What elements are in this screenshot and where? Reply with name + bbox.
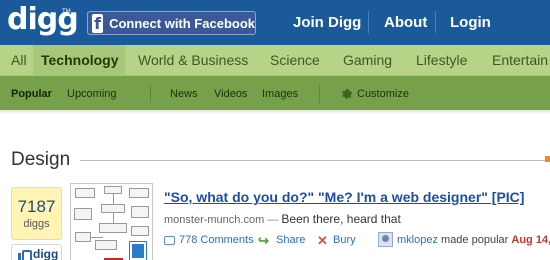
category-nav: All Technology World & Business Science … (0, 45, 550, 76)
digg-count-label: diggs (23, 218, 50, 230)
category-gaming[interactable]: Gaming (343, 52, 392, 68)
category-technology[interactable]: Technology (41, 52, 119, 68)
rss-icon[interactable] (545, 156, 550, 162)
subnav-popular[interactable]: Popular (11, 88, 52, 100)
category-lifestyle[interactable]: Lifestyle (416, 52, 467, 68)
bury-link[interactable]: ✕ Bury (317, 232, 356, 248)
about-link[interactable]: About (384, 14, 427, 31)
connect-with-facebook-button[interactable]: f Connect with Facebook (87, 11, 256, 35)
subnav-news[interactable]: News (170, 88, 198, 100)
story-date: Aug 14, (511, 234, 550, 246)
subnav-customize[interactable]: Customize (357, 88, 409, 100)
share-label: Share (276, 234, 306, 246)
facebook-icon: f (92, 13, 104, 33)
sub-nav: Popular Upcoming News Videos Images Cust… (0, 76, 550, 110)
logo-trademark: TM (62, 9, 71, 15)
divider (319, 85, 320, 103)
section-divider (80, 160, 546, 161)
bury-x-icon: ✕ (317, 232, 328, 248)
login-link[interactable]: Login (450, 14, 491, 31)
digg-count-box: 7187 diggs (11, 187, 62, 240)
section-title: Design (11, 149, 71, 170)
divider (435, 11, 436, 33)
comment-icon (164, 235, 175, 245)
digg-button[interactable]: digg (11, 244, 62, 260)
thumbs-up-icon (18, 249, 32, 260)
made-popular-text: made popular (441, 234, 509, 246)
subnav-videos[interactable]: Videos (214, 88, 247, 100)
avatar[interactable] (378, 232, 393, 247)
story-separator: — (267, 214, 279, 226)
comments-count: 778 Comments (179, 234, 254, 246)
join-digg-link[interactable]: Join Digg (293, 14, 361, 31)
story-description: Been there, heard that (281, 212, 401, 226)
share-arrow-icon: ↪ (258, 232, 269, 248)
category-entertainment[interactable]: Entertain (492, 52, 548, 68)
gear-icon[interactable] (341, 88, 353, 100)
digg-count: 7187 (17, 197, 56, 216)
digg-button-label: digg (33, 247, 59, 260)
subnav-shadow (0, 110, 550, 114)
divider (368, 11, 369, 33)
divider (150, 85, 151, 103)
username-link[interactable]: mklopez (397, 234, 438, 246)
subnav-images[interactable]: Images (262, 88, 298, 100)
comments-link[interactable]: 778 Comments (164, 234, 254, 246)
top-header: digg TM f Connect with Facebook Join Dig… (0, 0, 550, 45)
story-title-link[interactable]: "So, what do you do?" "Me? I'm a web des… (164, 189, 524, 205)
category-world-business[interactable]: World & Business (138, 52, 248, 68)
subnav-upcoming[interactable]: Upcoming (67, 88, 117, 100)
connect-with-facebook-label: Connect with Facebook (109, 15, 255, 31)
made-popular-by: mklopez made popular Aug 14, (397, 234, 550, 246)
share-link[interactable]: ↪ Share (258, 232, 306, 248)
category-science[interactable]: Science (270, 52, 320, 68)
story-thumbnail[interactable] (70, 183, 153, 260)
category-all[interactable]: All (11, 52, 27, 68)
story-source-domain[interactable]: monster-munch.com (164, 214, 264, 226)
story-meta: monster-munch.com — Been there, heard th… (164, 212, 401, 226)
bury-label: Bury (333, 234, 356, 246)
